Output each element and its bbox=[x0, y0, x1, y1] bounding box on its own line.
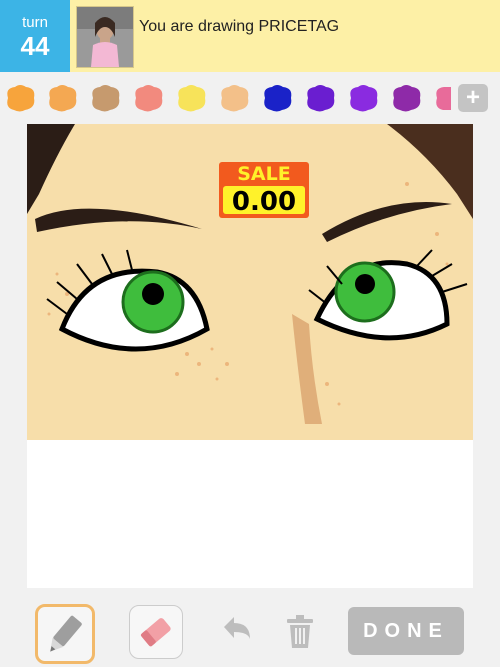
color-swatch[interactable] bbox=[259, 82, 295, 114]
color-palette bbox=[0, 74, 500, 122]
done-button[interactable]: DONE bbox=[348, 607, 464, 655]
add-color-button[interactable]: + bbox=[458, 84, 488, 112]
opponent-avatar[interactable] bbox=[76, 6, 134, 68]
color-swatch[interactable] bbox=[388, 82, 424, 114]
color-swatch[interactable] bbox=[87, 82, 123, 114]
drawing-canvas[interactable]: SALE 0.00 bbox=[27, 124, 473, 588]
color-swatch[interactable] bbox=[44, 82, 80, 114]
eraser-tool-button[interactable] bbox=[129, 605, 183, 659]
color-swatch[interactable] bbox=[431, 82, 451, 114]
color-swatch[interactable] bbox=[2, 82, 38, 114]
undo-icon bbox=[224, 617, 250, 639]
turn-label: turn bbox=[22, 14, 48, 31]
eraser-icon bbox=[140, 618, 171, 647]
color-swatch[interactable] bbox=[216, 82, 252, 114]
trash-button[interactable] bbox=[285, 615, 315, 649]
pencil-tool-button[interactable] bbox=[35, 604, 95, 664]
color-swatch[interactable] bbox=[130, 82, 166, 114]
game-header: turn 44 You are drawing PRICETAG bbox=[0, 0, 500, 72]
trash-icon bbox=[287, 615, 313, 648]
pencil-icon bbox=[50, 615, 82, 652]
turn-number: 44 bbox=[20, 31, 50, 61]
color-swatch[interactable] bbox=[173, 82, 209, 114]
color-swatch[interactable] bbox=[345, 82, 381, 114]
turn-counter: turn 44 bbox=[0, 0, 70, 72]
drawing-prompt: You are drawing PRICETAG bbox=[139, 18, 340, 35]
undo-button[interactable] bbox=[218, 612, 256, 650]
price-tag-sale-text: SALE bbox=[237, 163, 290, 185]
color-swatch[interactable] bbox=[302, 82, 338, 114]
price-tag-amount-text: 0.00 bbox=[232, 187, 296, 217]
